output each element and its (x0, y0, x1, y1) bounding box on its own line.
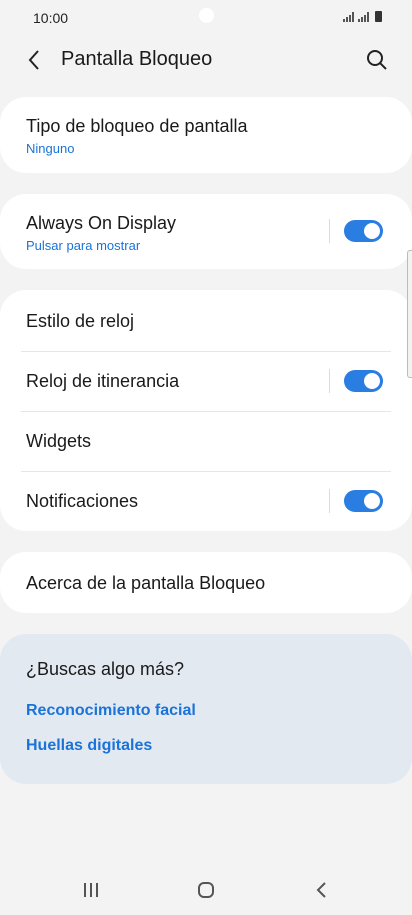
app-header: Pantalla Bloqueo (0, 36, 412, 84)
lock-type-value: Ninguno (26, 141, 75, 156)
always-on-card: Always On Display Pulsar para mostrar (0, 194, 412, 269)
signal-icon (343, 12, 354, 22)
suggestions-title: ¿Buscas algo más? (26, 659, 185, 679)
scrollbar[interactable] (407, 250, 412, 378)
lock-type-card: Tipo de bloqueo de pantalla Ninguno (0, 97, 412, 173)
back-icon (316, 882, 326, 898)
status-icons (343, 11, 382, 22)
search-button[interactable] (364, 47, 390, 73)
roaming-clock-item[interactable]: Reloj de itinerancia (0, 351, 412, 411)
front-camera (199, 8, 214, 23)
fingerprints-link[interactable]: Huellas digitales (26, 737, 152, 755)
settings-group-card: Estilo de reloj Reloj de itinerancia Wid… (0, 290, 412, 531)
status-bar: 10:00 (0, 0, 412, 36)
toggle-knob (364, 373, 380, 389)
home-button[interactable] (191, 879, 221, 901)
back-nav-button[interactable] (306, 879, 336, 901)
navigation-bar (0, 865, 412, 915)
lock-type-item[interactable]: Tipo de bloqueo de pantalla Ninguno (0, 97, 412, 173)
suggestions-panel: ¿Buscas algo más? Reconocimiento facial … (0, 634, 412, 784)
about-item[interactable]: Acerca de la pantalla Bloqueo (0, 552, 412, 613)
notifications-title: Notificaciones (26, 491, 139, 511)
divider (329, 369, 330, 393)
divider (329, 489, 330, 513)
battery-icon (375, 11, 382, 22)
roaming-clock-title: Reloj de itinerancia (26, 371, 180, 391)
always-on-toggle[interactable] (344, 220, 383, 242)
always-on-item[interactable]: Always On Display Pulsar para mostrar (0, 194, 412, 269)
recent-apps-button[interactable] (76, 879, 106, 901)
signal-icon (358, 12, 369, 22)
notifications-item[interactable]: Notificaciones (0, 471, 412, 531)
notifications-toggle[interactable] (344, 490, 383, 512)
home-icon (198, 882, 214, 898)
clock-style-item[interactable]: Estilo de reloj (0, 290, 412, 351)
always-on-title: Always On Display (26, 213, 177, 233)
chevron-left-icon (28, 50, 39, 70)
roaming-clock-toggle[interactable] (344, 370, 383, 392)
recent-apps-icon (84, 883, 98, 897)
lock-type-title: Tipo de bloqueo de pantalla (26, 116, 248, 136)
toggle-knob (364, 493, 380, 509)
divider (329, 219, 330, 243)
widgets-title: Widgets (26, 431, 92, 451)
search-icon (367, 50, 387, 70)
page-title: Pantalla Bloqueo (61, 48, 213, 70)
back-button[interactable] (20, 48, 48, 72)
about-card: Acerca de la pantalla Bloqueo (0, 552, 412, 613)
face-recognition-link[interactable]: Reconocimiento facial (26, 702, 196, 720)
widgets-item[interactable]: Widgets (0, 411, 412, 471)
always-on-subtitle: Pulsar para mostrar (26, 238, 141, 253)
about-title: Acerca de la pantalla Bloqueo (26, 573, 266, 593)
status-time: 10:00 (33, 10, 69, 26)
clock-style-title: Estilo de reloj (26, 311, 135, 331)
toggle-knob (364, 223, 380, 239)
